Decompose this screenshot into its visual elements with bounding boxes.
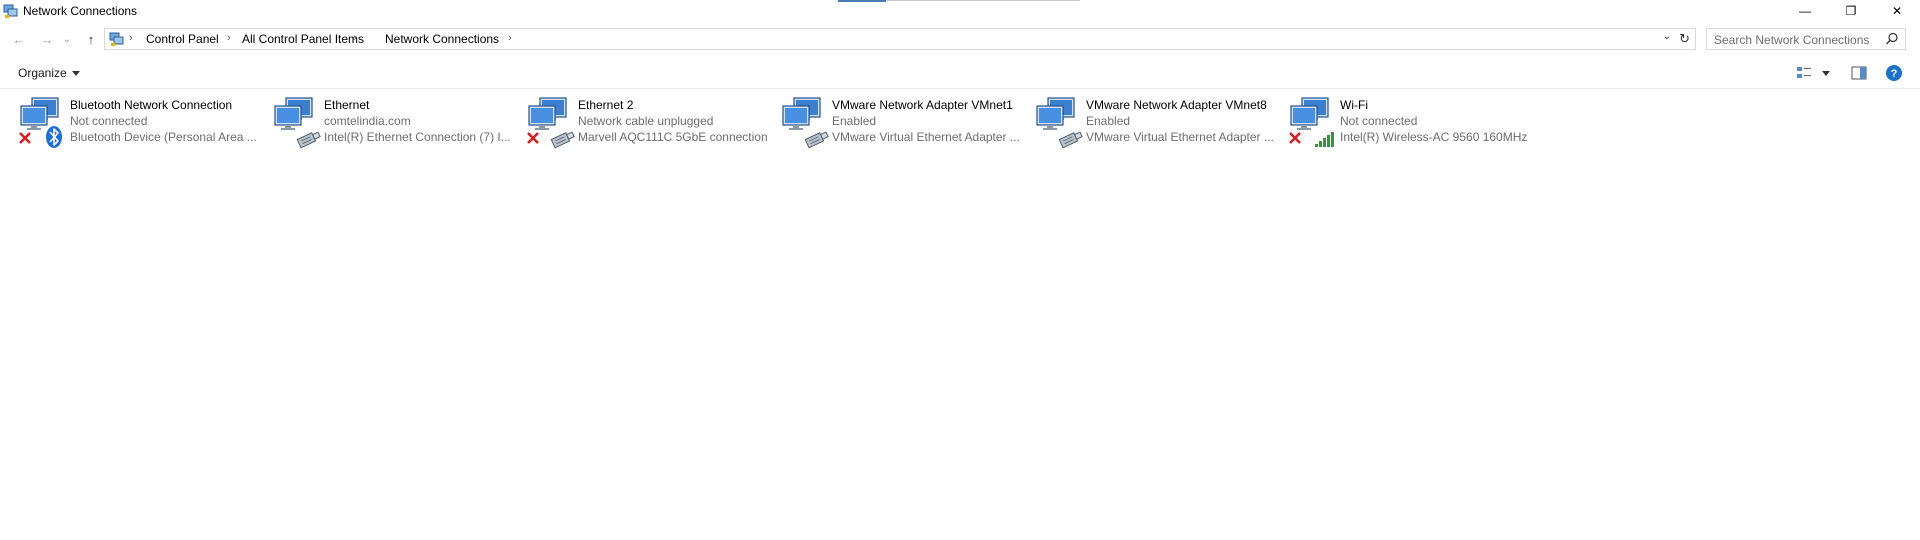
disconnected-x-icon [527, 132, 539, 144]
control-panel-icon [109, 32, 124, 46]
connection-item-bluetooth-network-connection[interactable]: Bluetooth Network Connection Not connect… [18, 96, 268, 148]
breadcrumb-separator[interactable]: › [353, 32, 357, 44]
connection-name: VMware Network Adapter VMnet8 [1086, 98, 1267, 112]
restore-button[interactable]: ❐ [1828, 0, 1874, 22]
forward-arrow-icon: → [40, 31, 54, 47]
connections-list: Bluetooth Network Connection Not connect… [0, 92, 1920, 152]
connection-status: Not connected [1340, 114, 1418, 128]
taskbar-divider [886, 0, 1080, 1]
connection-status: Enabled [832, 114, 877, 128]
disconnected-x-icon [1289, 132, 1301, 144]
connection-item-vmware-network-adapter-vmnet1[interactable]: VMware Network Adapter VMnet1 Enabled VM… [780, 96, 1030, 149]
connection-device: Bluetooth Device (Personal Area ... [70, 130, 257, 144]
refresh-icon[interactable]: ↻ [1679, 31, 1690, 47]
network-adapter-icon [1036, 97, 1083, 149]
address-bar[interactable]: › Control Panel › All Control Panel Item… [104, 28, 1696, 50]
disconnected-x-icon [19, 132, 31, 144]
breadcrumb-network-connections[interactable]: Network Connections [385, 32, 499, 46]
connection-device: Marvell AQC111C 5GbE connection [578, 130, 768, 144]
connection-name: VMware Network Adapter VMnet1 [832, 98, 1013, 112]
taskbar-accent [838, 0, 886, 2]
chevron-down-icon [71, 71, 80, 77]
back-button[interactable]: ← [8, 30, 30, 48]
connection-item-wi-fi[interactable]: Wi-Fi Not connected Intel(R) Wireless-AC… [1288, 96, 1538, 147]
title-bar: Network Connections — ❐ ✕ [0, 0, 1920, 22]
connection-name: Wi-Fi [1340, 98, 1368, 112]
close-icon: ✕ [1891, 4, 1903, 18]
connection-name: Bluetooth Network Connection [70, 98, 233, 112]
search-placeholder: Search Network Connections [1714, 33, 1870, 47]
connection-device: VMware Virtual Ethernet Adapter ... [1086, 130, 1274, 144]
minimize-button[interactable]: — [1782, 0, 1828, 22]
bluetooth-icon [46, 126, 62, 148]
connection-device: Intel(R) Ethernet Connection (7) I... [324, 130, 511, 144]
search-input[interactable]: Search Network Connections [1706, 28, 1906, 50]
restore-icon: ❐ [1845, 4, 1857, 18]
network-adapter-icon [782, 97, 829, 149]
network-cable-icon [550, 131, 575, 149]
connection-status: comtelindia.com [324, 114, 411, 128]
connection-item-ethernet[interactable]: Ethernet comtelindia.com Intel(R) Ethern… [272, 96, 522, 149]
up-button[interactable]: ↑ [80, 30, 102, 48]
connection-name: Ethernet 2 [578, 98, 634, 112]
svg-text:?: ? [1891, 68, 1898, 80]
back-arrow-icon: ← [12, 31, 26, 47]
connection-name: Ethernet [324, 98, 370, 112]
navigation-bar: ← → ⌄ ↑ › Control Panel › All Control Pa… [0, 26, 1920, 52]
connection-status: Not connected [70, 114, 148, 128]
connection-item-ethernet-2[interactable]: Ethernet 2 Network cable unplugged Marve… [526, 96, 776, 149]
connection-status: Network cable unplugged [578, 114, 714, 128]
forward-button[interactable]: → [36, 30, 58, 48]
help-icon[interactable]: ? [1885, 64, 1903, 82]
network-connections-app-icon [3, 4, 18, 18]
connection-device: VMware Virtual Ethernet Adapter ... [832, 130, 1020, 144]
connection-device: Intel(R) Wireless-AC 9560 160MHz [1340, 130, 1528, 144]
breadcrumb-control-panel[interactable]: Control Panel [146, 32, 219, 46]
chevron-down-icon: ⌄ [62, 33, 72, 45]
breadcrumb-separator[interactable]: › [129, 32, 133, 44]
organize-label: Organize [18, 66, 67, 80]
wifi-signal-icon [1315, 132, 1334, 147]
network-cable-icon [296, 131, 321, 149]
network-adapter-icon [19, 97, 62, 148]
breadcrumb-all-control-panel-items[interactable]: All Control Panel Items [242, 32, 364, 46]
organize-button[interactable]: Organize [18, 66, 80, 80]
breadcrumb-separator[interactable]: › [508, 32, 512, 44]
up-arrow-icon: ↑ [87, 31, 95, 47]
network-cable-icon [804, 131, 829, 149]
window-title: Network Connections [23, 4, 138, 18]
network-adapter-icon [1289, 97, 1334, 147]
network-cable-icon [1058, 131, 1083, 149]
close-button[interactable]: ✕ [1874, 0, 1920, 22]
connection-status: Enabled [1086, 114, 1131, 128]
minimize-icon: — [1799, 4, 1811, 18]
network-adapter-icon [274, 97, 321, 149]
search-icon[interactable] [1885, 32, 1899, 46]
network-adapter-icon [527, 97, 575, 149]
preview-pane-icon[interactable] [1851, 66, 1867, 80]
breadcrumb-separator[interactable]: › [227, 32, 231, 44]
view-options-chevron-icon[interactable] [1822, 71, 1830, 76]
change-view-icon[interactable] [1796, 66, 1812, 80]
connection-item-vmware-network-adapter-vmnet8[interactable]: VMware Network Adapter VMnet8 Enabled VM… [1034, 96, 1284, 149]
address-dropdown-icon[interactable]: ⌄ [1663, 31, 1671, 42]
recent-locations-button[interactable]: ⌄ [60, 30, 74, 48]
command-bar: Organize ? [0, 58, 1920, 89]
